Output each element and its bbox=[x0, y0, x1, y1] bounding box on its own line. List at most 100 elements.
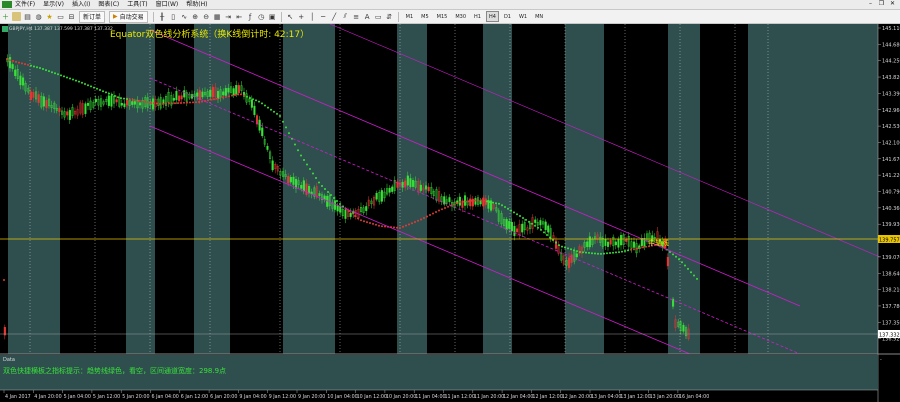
timeframe-mn[interactable]: MN bbox=[532, 11, 546, 22]
trend-dot bbox=[222, 96, 224, 99]
menu-help[interactable]: 帮助(H) bbox=[186, 0, 207, 9]
menu-insert[interactable]: 插入(I) bbox=[72, 0, 90, 9]
trend-dot bbox=[120, 97, 122, 100]
price-tick-label: 142.530 bbox=[882, 124, 900, 130]
timeframe-h1[interactable]: H1 bbox=[471, 11, 484, 22]
trend-dot bbox=[339, 203, 341, 205]
trend-dot bbox=[618, 251, 620, 254]
session-band bbox=[565, 24, 604, 354]
trend-dot bbox=[579, 251, 581, 253]
trend-dot bbox=[33, 65, 35, 68]
minimize-icon[interactable]: – bbox=[865, 0, 876, 7]
fibonacci-icon[interactable]: ≡ bbox=[352, 12, 361, 21]
market-watch-icon[interactable]: ▤ bbox=[23, 12, 32, 21]
trend-dot bbox=[459, 201, 461, 203]
autoscroll-icon[interactable]: ⇥ bbox=[224, 12, 233, 21]
zoom-in-icon[interactable]: ⊕ bbox=[191, 12, 200, 21]
trend-dot bbox=[414, 221, 416, 223]
new-order-button[interactable]: 新订单 bbox=[79, 10, 106, 23]
chart-shift-icon[interactable]: ⇤ bbox=[235, 12, 244, 21]
candle bbox=[110, 95, 113, 107]
trend-dot bbox=[441, 208, 443, 211]
timeframe-m5[interactable]: M5 bbox=[418, 11, 432, 22]
trend-dot bbox=[210, 98, 212, 101]
timeframe-h4[interactable]: H4 bbox=[485, 11, 499, 22]
menu-tools[interactable]: 工具(T) bbox=[127, 0, 147, 9]
terminal-icon[interactable]: ▭ bbox=[56, 12, 65, 21]
midline-label: 中轴线 bbox=[648, 238, 669, 247]
menu-view[interactable]: 显示(V) bbox=[43, 0, 64, 9]
time-tick-label: 11 Jan 12:00 bbox=[445, 394, 475, 400]
trend-dot bbox=[444, 207, 446, 209]
candle bbox=[614, 241, 617, 246]
trend-dot bbox=[369, 222, 371, 224]
candle bbox=[201, 91, 204, 98]
arrows-icon[interactable]: ⇵ bbox=[385, 12, 394, 21]
trend-dot bbox=[465, 200, 467, 203]
timeframe-m30[interactable]: M30 bbox=[452, 11, 469, 22]
auto-trading-button[interactable]: ▶ 自动交易 bbox=[109, 10, 148, 23]
candle bbox=[198, 90, 201, 101]
price-tick-label: 140.790 bbox=[882, 190, 900, 196]
price-tick-label: 139.070 bbox=[882, 255, 900, 261]
candle bbox=[318, 193, 321, 196]
strategy-tester-icon[interactable]: ⊟ bbox=[67, 12, 76, 21]
text-tool-icon[interactable]: A bbox=[363, 12, 372, 21]
candle bbox=[209, 89, 212, 97]
trend-dot bbox=[189, 101, 191, 104]
menu-window[interactable]: 窗口(W) bbox=[156, 0, 179, 9]
timeframe-m1[interactable]: M1 bbox=[403, 11, 417, 22]
trend-dot bbox=[528, 220, 530, 223]
trend-dot bbox=[252, 98, 254, 101]
profiles-icon[interactable] bbox=[12, 12, 21, 21]
auto-trading-icon: ▶ bbox=[113, 13, 118, 20]
timeframe-m15[interactable]: M15 bbox=[434, 11, 451, 22]
trend-dot bbox=[201, 100, 203, 103]
trend-dot bbox=[690, 271, 692, 274]
menu-file[interactable]: 文件(F) bbox=[15, 0, 35, 9]
zoom-out-icon[interactable]: ⊖ bbox=[202, 12, 211, 21]
trend-dot bbox=[195, 101, 197, 104]
price-chart[interactable]: GBPJPY,H4 137.387 137.599 137.387 137.33… bbox=[0, 24, 900, 402]
new-order-label: 新订单 bbox=[83, 14, 102, 21]
candle bbox=[123, 103, 126, 108]
trend-dot bbox=[162, 102, 164, 105]
time-tick-label: 10 Jan 20:00 bbox=[386, 394, 416, 400]
line-chart-icon[interactable]: ∿ bbox=[180, 12, 189, 21]
trend-dot bbox=[144, 100, 146, 103]
new-chart-icon[interactable]: ＋ bbox=[1, 12, 10, 21]
timeframe-w1[interactable]: W1 bbox=[516, 11, 530, 22]
channel-icon[interactable]: ⫽ bbox=[341, 12, 350, 21]
candle bbox=[469, 198, 472, 207]
navigator-icon[interactable]: ★ bbox=[45, 12, 54, 21]
trend-dot bbox=[192, 101, 194, 104]
trend-dot bbox=[207, 99, 209, 102]
trend-dot bbox=[87, 84, 89, 87]
restore-icon[interactable]: ❐ bbox=[876, 0, 887, 7]
periods-icon[interactable]: ◷ bbox=[257, 12, 266, 21]
candlestick-icon[interactable]: ▯ bbox=[169, 12, 178, 21]
templates-icon[interactable]: ▣ bbox=[268, 12, 277, 21]
indicators-icon[interactable]: ƒ bbox=[246, 12, 255, 21]
candle bbox=[336, 205, 339, 212]
crosshair-icon[interactable]: + bbox=[297, 12, 306, 21]
menu-charts[interactable]: 图表(C) bbox=[98, 0, 119, 9]
bar-chart-icon[interactable]: ╫ bbox=[158, 12, 167, 21]
horizontal-line-icon[interactable]: ─ bbox=[319, 12, 328, 21]
trend-dot bbox=[216, 97, 218, 100]
cursor-icon[interactable]: ↖ bbox=[286, 12, 295, 21]
label-tool-icon[interactable]: ▭ bbox=[374, 12, 383, 21]
tile-windows-icon[interactable]: ▦ bbox=[213, 12, 222, 21]
close-icon[interactable]: ✕ bbox=[887, 0, 898, 7]
trendline-icon[interactable]: ╱ bbox=[330, 12, 339, 21]
time-tick-label: 12 Jan 20:00 bbox=[562, 394, 592, 400]
candle bbox=[266, 146, 269, 150]
data-window-icon[interactable]: ◍ bbox=[34, 12, 43, 21]
price-tick-label: 142.960 bbox=[882, 108, 900, 114]
trend-dot bbox=[117, 96, 119, 99]
timeframe-d1[interactable]: D1 bbox=[501, 11, 514, 22]
candle bbox=[68, 110, 71, 120]
vertical-line-icon[interactable]: │ bbox=[308, 12, 317, 21]
trend-dot bbox=[585, 251, 587, 254]
candle bbox=[133, 101, 136, 105]
